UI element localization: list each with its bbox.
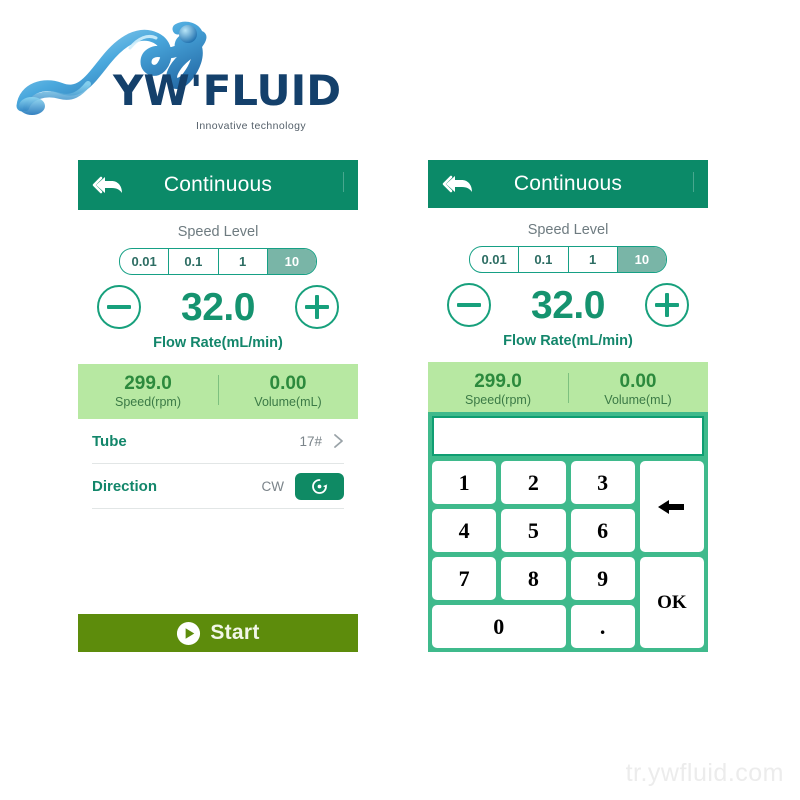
readout-speed-value: 299.0 — [124, 373, 172, 395]
pump-screen-keypad: Continuous Speed Level 0.01 0.1 1 10 32.… — [428, 160, 708, 652]
row-direction-right: CW — [261, 472, 344, 500]
logo-wordmark: YW'FLUID — [113, 66, 342, 115]
flow-rate-value[interactable]: 32.0 — [159, 288, 277, 327]
screen-title: Continuous — [163, 173, 273, 196]
speed-level-segmented-control[interactable]: 0.01 0.1 1 10 — [119, 248, 317, 275]
speed-level-option-3[interactable]: 10 — [267, 249, 316, 274]
row-tube[interactable]: Tube 17# — [92, 419, 344, 464]
row-direction-label: Direction — [92, 477, 158, 495]
readout-strip: 299.0 Speed(rpm) 0.00 Volume(mL) — [428, 362, 708, 417]
speed-level-option-2[interactable]: 1 — [569, 247, 618, 272]
readout-speed-label: Speed(rpm) — [115, 394, 181, 409]
readout-volume-value: 0.00 — [269, 373, 307, 395]
numeric-keypad: 1 2 3 4 5 6 7 8 9 OK 0 . — [428, 412, 708, 652]
key-9[interactable]: 9 — [570, 557, 635, 600]
key-0[interactable]: 0 — [432, 605, 566, 648]
readout-speed: 299.0 Speed(rpm) — [428, 371, 568, 408]
keypad-display-input[interactable] — [432, 416, 704, 456]
double-back-arrow-icon[interactable] — [442, 172, 476, 196]
key-5[interactable]: 5 — [501, 509, 566, 552]
readout-divider — [568, 373, 570, 403]
readout-volume-label: Volume(mL) — [604, 392, 672, 407]
key-3[interactable]: 3 — [570, 461, 635, 504]
key-2[interactable]: 2 — [501, 461, 566, 504]
minus-circle-icon[interactable] — [447, 283, 491, 327]
speed-level-option-3[interactable]: 10 — [617, 247, 666, 272]
key-1[interactable]: 1 — [432, 461, 497, 504]
flow-rate-caption: Flow Rate(mL/min) — [153, 335, 283, 351]
flow-rate-row: 32.0 — [78, 285, 358, 329]
readout-volume-label: Volume(mL) — [254, 394, 322, 409]
brand-logo: YW'FLUID Innovative technology — [10, 8, 350, 138]
logo-tagline: Innovative technology — [196, 120, 306, 132]
speed-level-option-1[interactable]: 0.1 — [519, 247, 569, 272]
direction-toggle-button[interactable] — [295, 472, 344, 500]
flow-rate-caption: Flow Rate(mL/min) — [503, 333, 633, 349]
titlebar-left: Continuous — [78, 160, 358, 210]
readout-strip: 299.0 Speed(rpm) 0.00 Volume(mL) — [78, 364, 358, 419]
readout-speed: 299.0 Speed(rpm) — [78, 373, 218, 410]
titlebar-divider — [343, 172, 344, 192]
key-4[interactable]: 4 — [432, 509, 497, 552]
readout-speed-label: Speed(rpm) — [465, 392, 531, 407]
start-button[interactable]: Start — [78, 614, 358, 652]
readout-speed-value: 299.0 — [474, 371, 522, 393]
row-tube-right: 17# — [299, 433, 344, 449]
readout-divider — [218, 375, 220, 405]
row-tube-value: 17# — [299, 433, 322, 449]
key-6[interactable]: 6 — [570, 509, 635, 552]
flow-rate-row: 32.0 — [428, 283, 708, 327]
keypad-grid: 1 2 3 4 5 6 7 8 9 OK 0 . — [432, 461, 704, 648]
speed-level-segmented-control[interactable]: 0.01 0.1 1 10 — [469, 246, 667, 273]
backspace-arrow-icon — [657, 499, 684, 514]
double-back-arrow-icon[interactable] — [92, 173, 126, 197]
row-direction-value: CW — [261, 478, 285, 494]
speed-level-option-1[interactable]: 0.1 — [169, 249, 219, 274]
row-direction[interactable]: Direction CW — [92, 464, 344, 509]
key-8[interactable]: 8 — [501, 557, 566, 600]
pump-screen-main: Continuous Speed Level 0.01 0.1 1 10 32.… — [78, 160, 358, 652]
rotate-cw-icon — [312, 478, 328, 494]
key-backspace[interactable] — [639, 461, 704, 552]
speed-level-label: Speed Level — [527, 222, 609, 238]
start-button-label: Start — [210, 621, 260, 644]
plus-circle-icon[interactable] — [645, 283, 689, 327]
titlebar-divider — [693, 172, 694, 192]
site-watermark: tr.ywfluid.com — [625, 759, 784, 787]
key-ok[interactable]: OK — [639, 557, 704, 648]
speed-level-option-2[interactable]: 1 — [219, 249, 268, 274]
speed-level-label: Speed Level — [177, 224, 259, 240]
chevron-right-icon[interactable] — [333, 433, 344, 449]
plus-circle-icon[interactable] — [295, 285, 339, 329]
minus-circle-icon[interactable] — [97, 285, 141, 329]
readout-volume: 0.00 Volume(mL) — [568, 371, 708, 408]
screen-title: Continuous — [513, 172, 623, 195]
readout-volume: 0.00 Volume(mL) — [218, 373, 358, 410]
play-circle-icon — [177, 621, 201, 645]
titlebar-right: Continuous — [428, 160, 708, 208]
readout-volume-value: 0.00 — [619, 371, 657, 393]
row-tube-label: Tube — [92, 432, 127, 450]
key-7[interactable]: 7 — [432, 557, 497, 600]
speed-level-option-0[interactable]: 0.01 — [120, 249, 170, 274]
speed-level-option-0[interactable]: 0.01 — [470, 247, 520, 272]
key-decimal-point[interactable]: . — [570, 605, 635, 648]
flow-rate-value[interactable]: 32.0 — [509, 286, 627, 325]
